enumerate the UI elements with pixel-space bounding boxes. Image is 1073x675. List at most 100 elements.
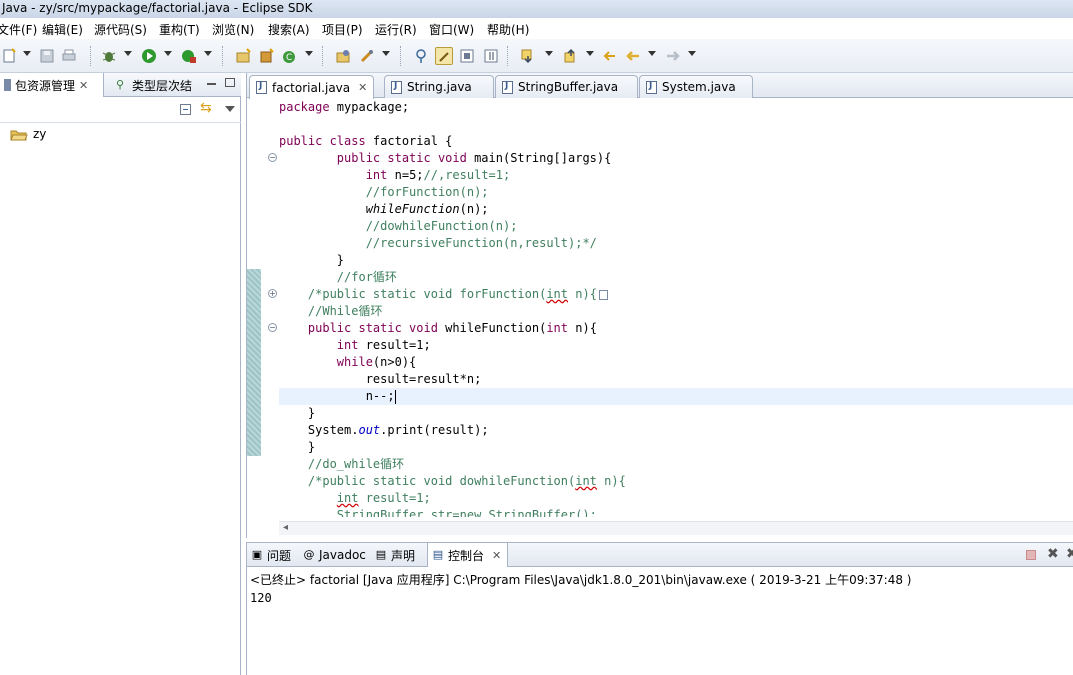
console-panel: ▣ 问题 @ Javadoc ▤ 声明 ▤ 控制台 ✕ ✖ ✖ <已终止> fa… — [246, 542, 1073, 675]
tree-item-zy[interactable]: zy — [10, 127, 46, 141]
forward-dropdown-icon[interactable] — [688, 51, 696, 56]
maximize-icon[interactable] — [225, 78, 235, 87]
link-with-editor-icon[interactable]: ⇆ — [200, 100, 212, 116]
code-comment: StringBuffer str=new StringBuffer(); — [336, 508, 597, 517]
code-comment: //While循环 — [307, 304, 383, 318]
search-icon[interactable] — [358, 47, 376, 65]
remove-all-terminated-icon[interactable]: ✖ — [1066, 546, 1073, 562]
code-line: StringBuffer str=new StringBuffer(); — [279, 507, 597, 517]
menu-file[interactable]: 文件(F) — [0, 21, 37, 38]
print-icon[interactable] — [60, 47, 78, 65]
main-toolbar: C — [0, 39, 1073, 73]
java-file-icon — [256, 81, 267, 94]
new-java-project-icon[interactable] — [234, 47, 252, 65]
debug-dropdown-icon[interactable] — [124, 51, 132, 56]
close-icon[interactable]: ✕ — [492, 549, 501, 562]
code-comment: int result=1; — [336, 491, 431, 505]
code-keyword: int — [365, 168, 388, 182]
next-annotation-icon[interactable] — [519, 47, 537, 65]
tab-stringbuffer-java[interactable]: StringBuffer.java — [495, 75, 638, 98]
next-annotation-dropdown-icon[interactable] — [545, 51, 553, 56]
tab-problems[interactable]: ▣ 问题 — [251, 543, 291, 567]
menu-search[interactable]: 搜索(A) — [268, 21, 310, 38]
code-line: //dowhileFunction(n); — [279, 218, 518, 235]
menu-source[interactable]: 源代码(S) — [94, 21, 147, 38]
new-package-icon[interactable] — [257, 47, 275, 65]
debug-icon[interactable] — [100, 47, 118, 65]
show-whitespace-icon[interactable] — [458, 47, 476, 65]
previous-annotation-dropdown-icon[interactable] — [586, 51, 594, 56]
tree-item-label: zy — [33, 127, 47, 141]
package-explorer-panel: 包资源管理 ✕ ⚲ 类型层次结 ⇆ zy — [0, 73, 241, 675]
scroll-left-icon[interactable]: ◂ — [283, 522, 288, 533]
horizontal-scrollbar[interactable]: ◂ — [279, 521, 1073, 535]
text-cursor — [394, 389, 396, 404]
code-keyword: public class — [279, 134, 366, 148]
menu-run[interactable]: 运行(R) — [375, 21, 417, 38]
search-dropdown-icon[interactable] — [382, 51, 390, 56]
view-menu-icon[interactable] — [225, 106, 235, 112]
external-tools-icon[interactable] — [180, 47, 198, 65]
back-icon[interactable] — [624, 47, 642, 65]
title-bar: Java - zy/src/mypackage/factorial.java -… — [0, 0, 1073, 18]
terminate-icon[interactable] — [1026, 550, 1036, 560]
tab-string-java[interactable]: String.java — [384, 75, 494, 98]
remove-launch-icon[interactable]: ✖ — [1047, 546, 1059, 562]
menu-navigate[interactable]: 浏览(N) — [212, 21, 254, 38]
code-line: int result=1; — [279, 490, 431, 507]
console-tabs: ▣ 问题 @ Javadoc ▤ 声明 ▤ 控制台 ✕ ✖ ✖ — [247, 543, 1073, 567]
fold-collapse-icon[interactable]: − — [268, 323, 277, 332]
open-type-icon[interactable] — [334, 47, 352, 65]
menu-bar: 文件(F) 编辑(E) 源代码(S) 重构(T) 浏览(N) 搜索(A) 项目(… — [0, 18, 1073, 39]
tab-label: 声明 — [391, 548, 416, 563]
code-line: //for循环 — [279, 269, 397, 286]
console-status: <已终止> factorial [Java 应用程序] C:\Program F… — [250, 573, 912, 587]
window-title: Java - zy/src/mypackage/factorial.java -… — [2, 1, 313, 15]
toggle-mark-occurrences-icon[interactable] — [413, 47, 431, 65]
tab-console[interactable]: ▤ 控制台 ✕ — [427, 543, 509, 567]
new-class-dropdown-icon[interactable] — [305, 51, 313, 56]
run-dropdown-icon[interactable] — [164, 51, 172, 56]
tab-declaration[interactable]: ▤ 声明 — [375, 543, 415, 567]
console-icon: ▤ — [432, 548, 444, 561]
external-tools-dropdown-icon[interactable] — [204, 51, 212, 56]
menu-edit[interactable]: 编辑(E) — [42, 21, 83, 38]
code-line: public class factorial { — [279, 134, 453, 148]
minimize-icon[interactable] — [207, 83, 216, 85]
type-hierarchy-icon: ⚲ — [116, 78, 125, 91]
back-dropdown-icon[interactable] — [648, 51, 656, 56]
new-icon[interactable] — [0, 47, 18, 65]
save-icon[interactable] — [38, 47, 56, 65]
tab-package-explorer[interactable]: 包资源管理 ✕ — [0, 73, 104, 97]
fold-collapse-icon[interactable]: − — [268, 153, 277, 162]
menu-project[interactable]: 项目(P) — [322, 21, 363, 38]
run-icon[interactable] — [140, 47, 158, 65]
code-comment: /*public static void forFunction(int n){ — [307, 287, 597, 301]
new-class-icon[interactable]: C — [280, 47, 298, 65]
new-dropdown-icon[interactable] — [23, 51, 31, 56]
close-icon[interactable]: ✕ — [358, 81, 367, 94]
svg-text:C: C — [286, 53, 292, 63]
tab-label: 问题 — [267, 548, 292, 563]
folded-code-icon[interactable] — [598, 289, 608, 300]
last-edit-location-icon[interactable] — [600, 47, 618, 65]
code-line: //While循环 — [279, 303, 383, 320]
code-area[interactable]: package mypackage; public class factoria… — [279, 99, 1073, 517]
toggle-block-selection-icon[interactable] — [435, 47, 453, 65]
code-line: //forFunction(n); — [279, 184, 489, 201]
tab-system-java[interactable]: System.java — [639, 75, 753, 98]
code-keyword: public static void — [336, 151, 467, 165]
paragraph-icon[interactable] — [482, 47, 500, 65]
tab-javadoc[interactable]: @ Javadoc — [303, 543, 366, 567]
menu-refactor[interactable]: 重构(T) — [159, 21, 200, 38]
previous-annotation-icon[interactable] — [562, 47, 580, 65]
tab-label: String.java — [407, 80, 472, 94]
close-icon[interactable]: ✕ — [79, 79, 88, 92]
fold-expand-icon[interactable]: + — [268, 289, 277, 298]
collapse-all-icon[interactable] — [180, 104, 191, 115]
tab-type-hierarchy[interactable]: ⚲ 类型层次结 — [112, 73, 202, 97]
menu-help[interactable]: 帮助(H) — [487, 21, 529, 38]
menu-window[interactable]: 窗口(W) — [429, 21, 474, 38]
forward-icon[interactable] — [664, 47, 682, 65]
tab-factorial-java[interactable]: factorial.java ✕ — [249, 75, 374, 99]
